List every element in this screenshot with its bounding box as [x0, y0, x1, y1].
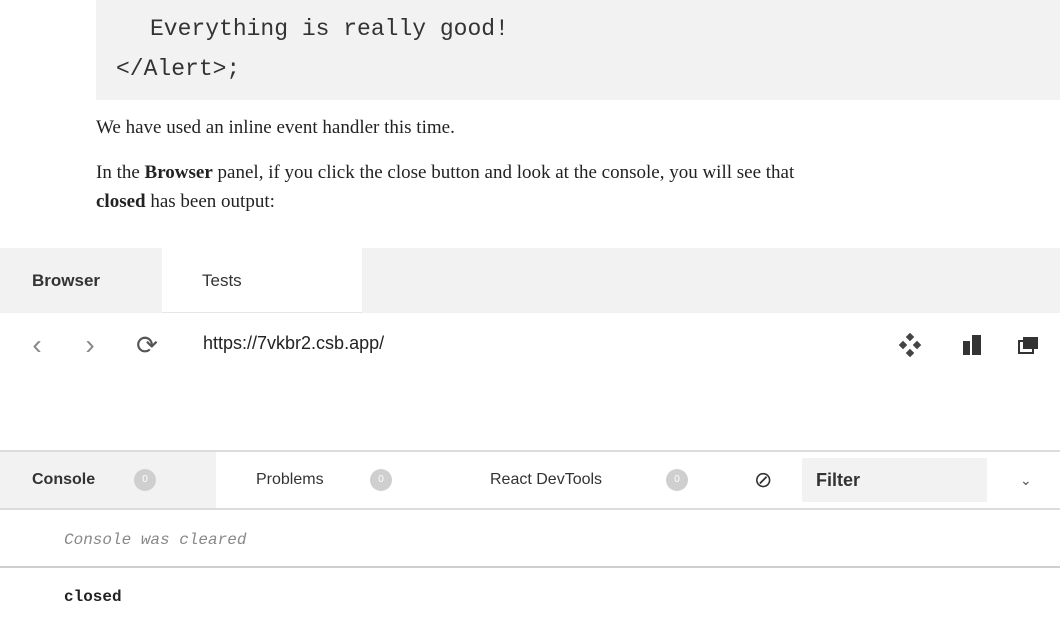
tab-react-devtools-label: React DevTools: [490, 471, 603, 488]
code-block: Everything is really good! </Alert>;: [96, 0, 1060, 100]
text: panel, if you click the close button and…: [212, 162, 795, 183]
tab-tests[interactable]: Tests: [162, 248, 362, 313]
react-devtools-count-badge: 0: [666, 469, 688, 491]
text: In the: [96, 162, 145, 183]
back-icon: ‹: [32, 329, 42, 360]
text: has been output:: [145, 191, 275, 212]
url-field[interactable]: https://7vkbr2.csb.app/: [203, 333, 384, 354]
bold-closed: closed: [96, 191, 146, 212]
paragraph-closed-output: closed has been output:: [96, 187, 1060, 216]
forward-icon: ›: [85, 329, 95, 360]
tab-console-label: Console: [32, 471, 96, 488]
tab-console[interactable]: Console 0: [0, 452, 216, 508]
code-line-1: Everything is really good!: [150, 16, 509, 42]
refresh-icon: ⟳: [136, 330, 158, 360]
tab-browser[interactable]: Browser: [0, 248, 162, 313]
chevron-down-icon[interactable]: ⌄: [1020, 452, 1032, 508]
clear-console-button[interactable]: ⊘: [754, 452, 784, 508]
console-message: Console was cleared: [0, 512, 1060, 568]
console-tab-bar: Console 0 Problems 0 React DevTools 0 ⊘ …: [0, 450, 1060, 510]
new-window-icon[interactable]: [1016, 333, 1040, 357]
filter-input[interactable]: Filter: [802, 458, 987, 502]
tab-tests-label: Tests: [202, 271, 242, 290]
bold-browser: Browser: [144, 162, 213, 183]
paragraph-inline-handler: We have used an inline event handler thi…: [96, 117, 455, 138]
browser-tab-bar: Browser Tests: [0, 248, 1060, 313]
forward-button[interactable]: ›: [75, 329, 105, 361]
tab-browser-label: Browser: [32, 271, 101, 290]
code-line-2: </Alert>;: [116, 56, 241, 82]
tab-react-devtools[interactable]: React DevTools 0: [436, 452, 706, 508]
problems-count-badge: 0: [370, 469, 392, 491]
address-bar: ‹ › ⟳ https://7vkbr2.csb.app/: [0, 313, 1060, 377]
tab-problems[interactable]: Problems 0: [216, 452, 436, 508]
console-message: closed: [64, 588, 122, 606]
console-count-badge: 0: [134, 469, 156, 491]
clear-icon: ⊘: [754, 467, 773, 492]
split-view-icon[interactable]: [960, 333, 984, 357]
back-button[interactable]: ‹: [22, 329, 52, 361]
refresh-button[interactable]: ⟳: [132, 329, 162, 361]
codesandbox-icon[interactable]: [898, 333, 922, 357]
paragraph-browser-panel: In the Browser panel, if you click the c…: [96, 158, 1060, 187]
tab-bar-fill: [362, 248, 1060, 313]
tab-problems-label: Problems: [256, 471, 324, 488]
